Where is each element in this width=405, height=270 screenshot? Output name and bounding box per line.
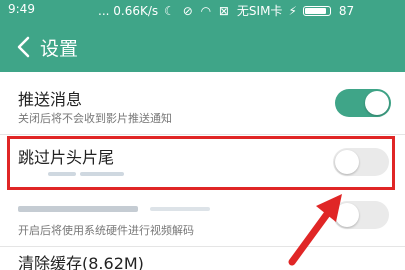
highlight-box: [7, 136, 395, 190]
sim-status: 无SIM卡: [236, 4, 283, 18]
annotation-arrow-icon: [288, 194, 342, 266]
app-bar: 设置: [0, 22, 405, 72]
battery-icon: [302, 5, 331, 16]
blurred-title: [18, 206, 138, 212]
setting-subtitle: 关闭后将不会收到影片推送通知: [18, 112, 172, 125]
network-speed: ... 0.66K/s: [98, 3, 159, 18]
system-icons: ☾ ⊘ ◠ ⊠: [164, 3, 231, 18]
status-bar: 9:49 ... 0.66K/s ☾ ⊘ ◠ ⊠ 无SIM卡 ⚡ 87: [0, 0, 405, 22]
setting-title: 清除缓存(8.62M): [18, 254, 144, 270]
charging-icon: ⚡: [288, 3, 297, 18]
setting-title: 推送消息: [18, 90, 83, 109]
push-notifications-toggle[interactable]: [335, 89, 391, 117]
battery-percent: 87: [338, 3, 355, 18]
blurred-title: [150, 207, 210, 211]
status-indicators: ... 0.66K/s ☾ ⊘ ◠ ⊠ 无SIM卡 ⚡ 87: [98, 2, 354, 19]
chevron-left-icon[interactable]: [14, 34, 34, 60]
divider: [0, 134, 405, 135]
page-title: 设置: [40, 38, 79, 60]
setting-push-notifications[interactable]: 推送消息 关闭后将不会收到影片推送通知: [0, 72, 405, 134]
status-time: 9:49: [8, 2, 35, 16]
setting-subtitle: 开启后将使用系统硬件进行视频解码: [18, 224, 194, 237]
